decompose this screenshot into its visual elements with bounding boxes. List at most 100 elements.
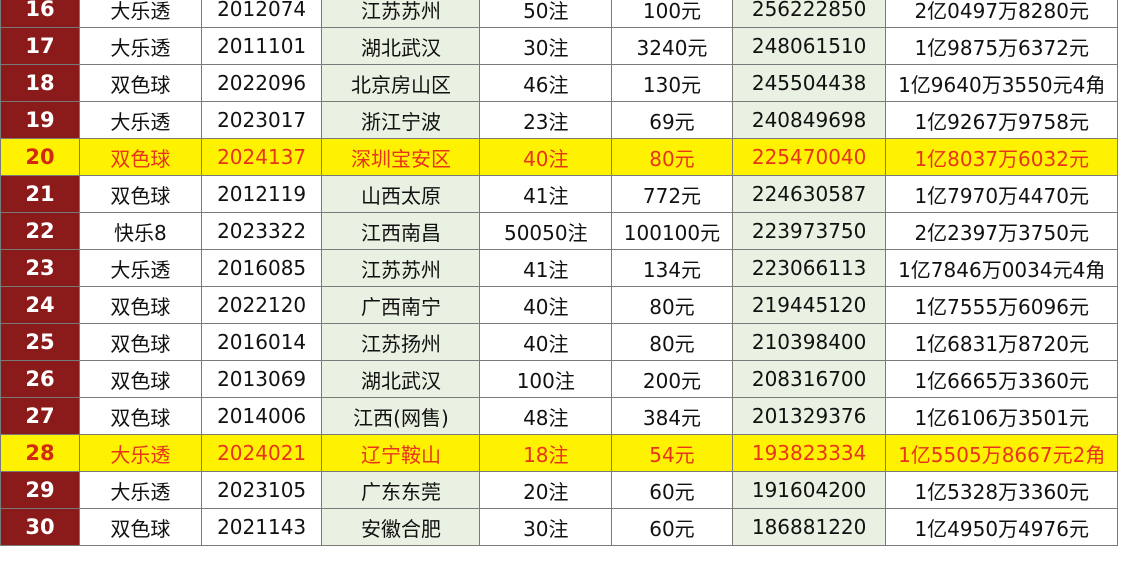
game-cell: 双色球: [79, 508, 202, 546]
sales-cell: 224630587: [731, 175, 887, 213]
sales-cell: 191604200: [731, 471, 887, 509]
table-row: 27 双色球 2014006 江西(网售) 48注 384元 201329376 1亿6106…: [0, 397, 1118, 435]
lottery-jackpot-table: 16 大乐透 2012074 江苏苏州 50注 100元 256222850 2亿0497万8…: [0, 0, 1118, 546]
table-row: 30 双色球 2021143 安徽合肥 30注 60元 186881220 1亿4950万49…: [0, 508, 1118, 546]
table-row: 26 双色球 2013069 湖北武汉 100注 200元 208316700 1亿6665万…: [0, 360, 1118, 398]
place-cell: 辽宁鞍山: [321, 434, 481, 472]
issue-cell: 2024137: [200, 138, 323, 176]
total-prize-cell: 1亿6831万8720元: [885, 323, 1118, 361]
total-prize-cell: 1亿5328万3360元: [885, 471, 1118, 509]
table-row: 23 大乐透 2016085 江苏苏州 41注 134元 223066113 1亿7846万0…: [0, 249, 1118, 287]
prize-cell: 80元: [611, 286, 733, 324]
total-prize-cell: 1亿8037万6032元: [885, 138, 1118, 176]
game-cell: 大乐透: [79, 27, 202, 65]
place-cell: 广西南宁: [321, 286, 481, 324]
winning-notes-cell: 30注: [479, 508, 613, 546]
issue-cell: 2014006: [200, 397, 323, 435]
issue-cell: 2024021: [200, 434, 323, 472]
sales-cell: 193823334: [731, 434, 887, 472]
place-cell: 深圳宝安区: [321, 138, 481, 176]
winning-notes-cell: 23注: [479, 101, 613, 139]
sales-cell: 223973750: [731, 212, 887, 250]
place-cell: 江苏苏州: [321, 0, 481, 28]
rank-cell: 24: [0, 286, 80, 324]
rank-cell: 29: [0, 471, 80, 509]
winning-notes-cell: 40注: [479, 138, 613, 176]
prize-cell: 100元: [611, 0, 733, 28]
table-row: 17 大乐透 2011101 湖北武汉 30注 3240元 248061510 1亿9875万…: [0, 27, 1118, 65]
total-prize-cell: 1亿9640万3550元4角: [885, 64, 1118, 102]
table-row: 18 双色球 2022096 北京房山区 46注 130元 245504438 1亿9640万…: [0, 64, 1118, 102]
winning-notes-cell: 41注: [479, 249, 613, 287]
sales-cell: 210398400: [731, 323, 887, 361]
table-row: 29 大乐透 2023105 广东东莞 20注 60元 191604200 1亿5328万33…: [0, 471, 1118, 509]
rank-cell: 17: [0, 27, 80, 65]
total-prize-cell: 1亿4950万4976元: [885, 508, 1118, 546]
place-cell: 湖北武汉: [321, 27, 481, 65]
prize-cell: 80元: [611, 138, 733, 176]
place-cell: 山西太原: [321, 175, 481, 213]
total-prize-cell: 1亿6106万3501元: [885, 397, 1118, 435]
sales-cell: 208316700: [731, 360, 887, 398]
prize-cell: 60元: [611, 508, 733, 546]
issue-cell: 2023017: [200, 101, 323, 139]
game-cell: 双色球: [79, 138, 202, 176]
issue-cell: 2023322: [200, 212, 323, 250]
place-cell: 广东东莞: [321, 471, 481, 509]
winning-notes-cell: 40注: [479, 323, 613, 361]
prize-cell: 772元: [611, 175, 733, 213]
total-prize-cell: 1亿5505万8667元2角: [885, 434, 1118, 472]
issue-cell: 2013069: [200, 360, 323, 398]
prize-cell: 130元: [611, 64, 733, 102]
prize-cell: 384元: [611, 397, 733, 435]
place-cell: 江西南昌: [321, 212, 481, 250]
total-prize-cell: 2亿2397万3750元: [885, 212, 1118, 250]
place-cell: 北京房山区: [321, 64, 481, 102]
game-cell: 大乐透: [79, 249, 202, 287]
winning-notes-cell: 20注: [479, 471, 613, 509]
prize-cell: 134元: [611, 249, 733, 287]
winning-notes-cell: 40注: [479, 286, 613, 324]
issue-cell: 2012119: [200, 175, 323, 213]
winning-notes-cell: 50050注: [479, 212, 613, 250]
sales-cell: 240849698: [731, 101, 887, 139]
place-cell: 江苏扬州: [321, 323, 481, 361]
game-cell: 双色球: [79, 175, 202, 213]
place-cell: 湖北武汉: [321, 360, 481, 398]
issue-cell: 2016014: [200, 323, 323, 361]
table-body: 16 大乐透 2012074 江苏苏州 50注 100元 256222850 2亿0497万8…: [0, 0, 1118, 546]
rank-cell: 23: [0, 249, 80, 287]
table-row: 19 大乐透 2023017 浙江宁波 23注 69元 240849698 1亿9267万97…: [0, 101, 1118, 139]
game-cell: 大乐透: [79, 101, 202, 139]
prize-cell: 80元: [611, 323, 733, 361]
place-cell: 安徽合肥: [321, 508, 481, 546]
total-prize-cell: 2亿0497万8280元: [885, 0, 1118, 28]
game-cell: 双色球: [79, 360, 202, 398]
prize-cell: 200元: [611, 360, 733, 398]
winning-notes-cell: 100注: [479, 360, 613, 398]
place-cell: 浙江宁波: [321, 101, 481, 139]
place-cell: 江西(网售): [321, 397, 481, 435]
table-row: 20 双色球 2024137 深圳宝安区 40注 80元 225470040 1亿8037万6…: [0, 138, 1118, 176]
issue-cell: 2021143: [200, 508, 323, 546]
sales-cell: 223066113: [731, 249, 887, 287]
rank-cell: 22: [0, 212, 80, 250]
table-row: 28 大乐透 2024021 辽宁鞍山 18注 54元 193823334 1亿5505万86…: [0, 434, 1118, 472]
winning-notes-cell: 18注: [479, 434, 613, 472]
sales-cell: 225470040: [731, 138, 887, 176]
rank-cell: 28: [0, 434, 80, 472]
game-cell: 大乐透: [79, 0, 202, 28]
rank-cell: 27: [0, 397, 80, 435]
issue-cell: 2022120: [200, 286, 323, 324]
rank-cell: 20: [0, 138, 80, 176]
winning-notes-cell: 30注: [479, 27, 613, 65]
rank-cell: 19: [0, 101, 80, 139]
rank-cell: 26: [0, 360, 80, 398]
issue-cell: 2016085: [200, 249, 323, 287]
total-prize-cell: 1亿7970万4470元: [885, 175, 1118, 213]
total-prize-cell: 1亿7555万6096元: [885, 286, 1118, 324]
game-cell: 大乐透: [79, 434, 202, 472]
rank-cell: 21: [0, 175, 80, 213]
sales-cell: 248061510: [731, 27, 887, 65]
table-row: 16 大乐透 2012074 江苏苏州 50注 100元 256222850 2亿0497万8…: [0, 0, 1118, 28]
